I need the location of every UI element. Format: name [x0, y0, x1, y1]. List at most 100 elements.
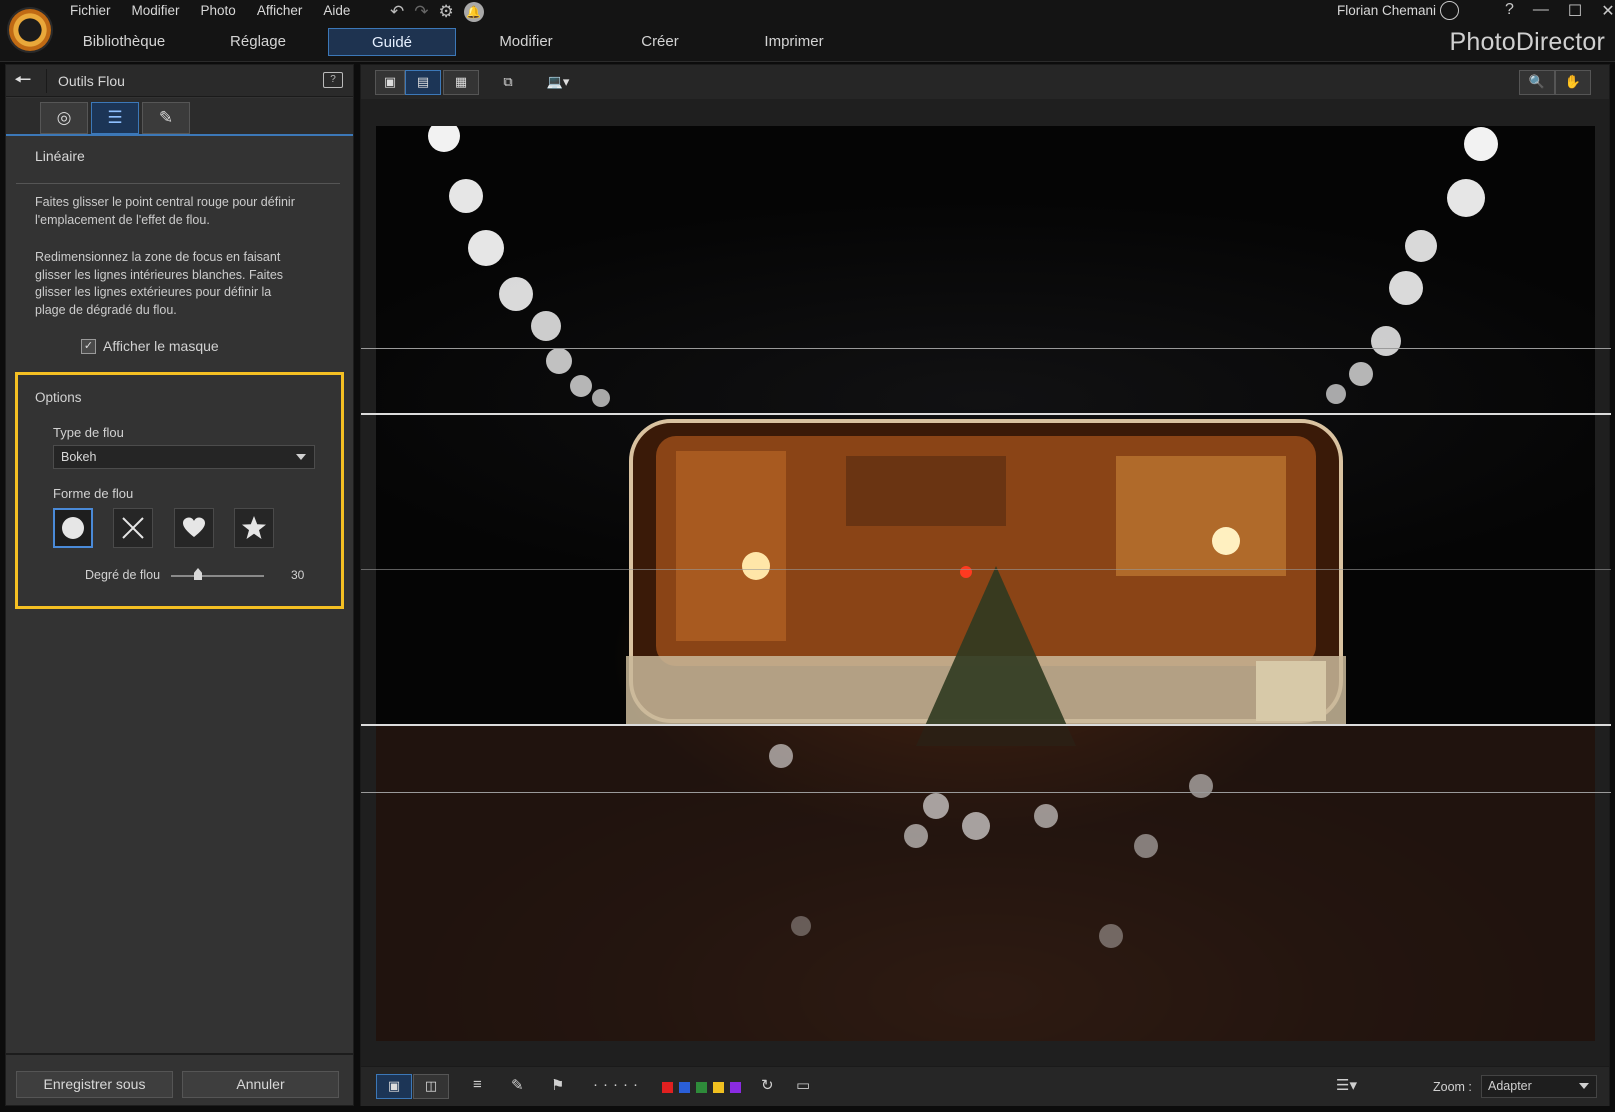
single-photo-icon[interactable]: ▣ — [376, 1074, 412, 1099]
compare-view-icon[interactable]: ⧉ — [493, 70, 523, 95]
menu-aide[interactable]: Aide — [323, 3, 350, 18]
rotate-icon[interactable]: ↻ — [761, 1076, 774, 1094]
grid-view-icon[interactable]: ▦ — [443, 70, 479, 95]
brand-name: PhotoDirector — [1449, 28, 1605, 56]
options-box: Options Type de flou Bokeh Forme de flou… — [15, 372, 344, 609]
user-avatar-icon[interactable] — [1440, 1, 1459, 20]
blur-degree-slider-handle[interactable] — [194, 568, 202, 580]
shape-cross-button[interactable] — [113, 508, 153, 548]
info-panel-icon[interactable]: ☰▾ — [1336, 1076, 1357, 1094]
outer-gradient-line-bottom[interactable] — [361, 792, 1611, 793]
rating-dots-icon[interactable]: ····· — [593, 1076, 643, 1093]
circle-icon — [62, 517, 84, 539]
blur-degree-value: 30 — [291, 568, 305, 582]
blur-degree-label: Degré de flou — [85, 568, 161, 582]
shape-heart-button[interactable] — [174, 508, 214, 548]
app-logo-icon[interactable] — [9, 9, 51, 51]
color-label-red[interactable] — [662, 1082, 673, 1093]
tab-creer[interactable]: Créer — [596, 28, 724, 56]
redo-icon[interactable]: ↷ — [414, 3, 428, 21]
shape-circle-button[interactable] — [53, 508, 93, 548]
chevron-down-icon — [296, 454, 306, 460]
blur-type-select[interactable]: Bokeh — [53, 445, 315, 469]
menu-afficher[interactable]: Afficher — [257, 3, 303, 18]
image-view-icon[interactable]: ▤ — [405, 70, 441, 95]
menu-modifier[interactable]: Modifier — [132, 3, 180, 18]
save-as-button[interactable]: Enregistrer sous — [16, 1071, 173, 1098]
instruction-text-1: Faites glisser le point central rouge po… — [35, 195, 295, 227]
panel-title: Outils Flou — [58, 73, 125, 89]
header-divider — [46, 69, 47, 93]
star-icon — [242, 516, 266, 539]
trailer-photo — [376, 126, 1595, 1041]
blur-tools-panel: 🠔 Outils Flou ? ◎ ☰ ✎ Linéaire Faites gl… — [5, 64, 354, 1106]
back-arrow-icon[interactable]: 🠔 — [14, 70, 42, 92]
tab-guide[interactable]: Guidé — [328, 28, 456, 56]
blur-shape-label: Forme de flou — [53, 486, 134, 501]
viewer-toolbar: ▣ ▤ ▦ ⧉ 💻▾ 🔍 ✋ — [361, 65, 1609, 99]
close-icon[interactable]: ✕ — [1601, 1, 1614, 21]
zoom-select[interactable]: Adapter — [1481, 1075, 1597, 1098]
inner-focus-line-top[interactable] — [361, 413, 1611, 415]
tab-reglage[interactable]: Réglage — [194, 28, 322, 56]
undo-icon[interactable]: ↶ — [390, 3, 404, 21]
notification-bell-icon[interactable]: 🔔 — [463, 2, 484, 22]
help-tips-icon[interactable]: ? — [323, 72, 343, 88]
user-name[interactable]: Florian Chemani — [1337, 3, 1436, 18]
menu-photo[interactable]: Photo — [201, 3, 236, 18]
color-label-blue[interactable] — [679, 1082, 690, 1093]
heart-icon — [183, 517, 205, 537]
help-button[interactable]: ? — [1505, 1, 1514, 21]
chevron-down-icon — [1579, 1083, 1589, 1089]
photo-canvas[interactable] — [376, 126, 1595, 1041]
hand-tool-icon[interactable]: ✋ — [1555, 70, 1591, 95]
cross-icon — [122, 517, 144, 539]
blur-degree-slider[interactable] — [171, 575, 264, 577]
color-label-purple[interactable] — [730, 1082, 741, 1093]
menu-bar: Fichier Modifier Photo Afficher Aide — [70, 3, 371, 18]
gear-icon[interactable]: ⚙ — [439, 3, 454, 21]
window-controls: ? — ☐ ✕ — [1505, 1, 1615, 21]
options-title: Options — [35, 390, 82, 405]
tab-imprimer[interactable]: Imprimer — [730, 28, 858, 56]
zoom-tool-icon[interactable]: 🔍 — [1519, 70, 1555, 95]
section-title: Linéaire — [35, 148, 85, 164]
instruction-text-2: Redimensionnez la zone de focus en faisa… — [35, 250, 284, 317]
blur-type-value: Bokeh — [61, 450, 97, 464]
color-label-yellow[interactable] — [713, 1082, 724, 1093]
outer-gradient-line-top[interactable] — [361, 348, 1611, 349]
brush-blur-icon[interactable]: ✎ — [142, 102, 190, 134]
minimize-icon[interactable]: — — [1533, 1, 1549, 21]
radial-blur-icon[interactable]: ◎ — [40, 102, 88, 134]
blur-type-label: Type de flou — [53, 425, 124, 440]
tab-bibliotheque[interactable]: Bibliothèque — [60, 28, 188, 56]
maximize-icon[interactable]: ☐ — [1568, 1, 1582, 21]
viewer-bottom-toolbar: ▣ ◫ ≡ ✎ ⚑ ····· ↻ ▭ ☰▾ Zoom : Adapter — [361, 1066, 1609, 1106]
photo-viewer: ▣ ▤ ▦ ⧉ 💻▾ 🔍 ✋ ▣ ◫ ≡ ✎ ⚑ ····· ↻ ▭ ☰▾ Zo… — [360, 64, 1611, 1106]
sort-icon[interactable]: ≡ — [473, 1076, 482, 1093]
blur-type-tabs: ◎ ☰ ✎ — [6, 98, 353, 136]
inner-focus-line-bottom[interactable] — [361, 724, 1611, 726]
show-mask-checkbox[interactable]: ✓ — [81, 338, 96, 354]
monitor-icon[interactable]: 💻▾ — [541, 70, 575, 95]
tab-modifier[interactable]: Modifier — [462, 28, 590, 56]
show-mask-row[interactable]: ✓ Afficher le masque — [81, 338, 219, 354]
panel-header: 🠔 Outils Flou ? — [6, 65, 353, 97]
menu-fichier[interactable]: Fichier — [70, 3, 111, 18]
title-bar: Fichier Modifier Photo Afficher Aide ↶ ↷… — [0, 0, 1615, 24]
quick-actions: ↶ ↷ ⚙ 🔔 — [390, 2, 484, 22]
cancel-button[interactable]: Annuler — [182, 1071, 339, 1098]
flag-icon[interactable]: ⚑ — [551, 1076, 564, 1094]
shape-star-button[interactable] — [234, 508, 274, 548]
crop-screen-icon[interactable]: ▭ — [796, 1076, 810, 1094]
before-after-icon[interactable]: ◫ — [413, 1074, 449, 1099]
edit-tag-icon[interactable]: ✎ — [511, 1076, 524, 1094]
color-label-green[interactable] — [696, 1082, 707, 1093]
main-nav: Bibliothèque Réglage Guidé Modifier Crée… — [0, 24, 1615, 62]
section-divider — [16, 183, 340, 184]
single-view-icon[interactable]: ▣ — [375, 70, 405, 95]
linear-blur-icon[interactable]: ☰ — [91, 102, 139, 134]
zoom-value: Adapter — [1488, 1079, 1532, 1093]
center-line[interactable] — [361, 569, 1611, 570]
footer-divider — [6, 1053, 353, 1055]
